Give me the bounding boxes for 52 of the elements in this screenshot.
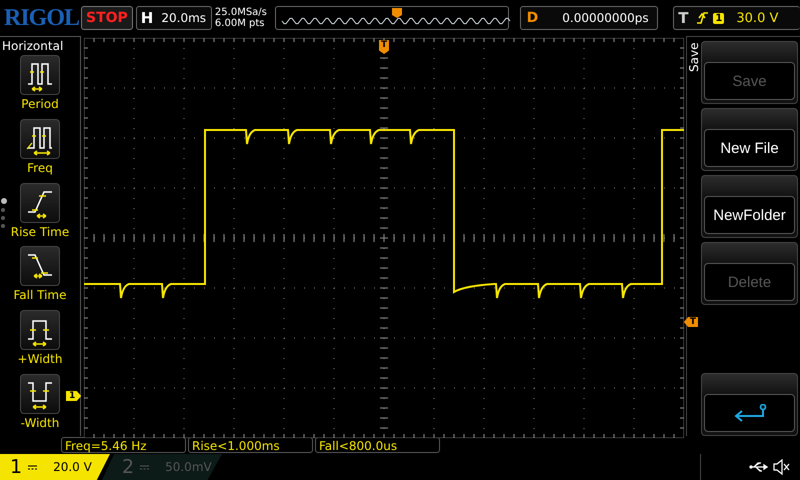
- page-dot[interactable]: [1, 208, 5, 212]
- trigger-position-marker: T: [379, 40, 390, 54]
- channel-number: 2: [122, 456, 134, 478]
- trigger-label: T: [677, 9, 690, 27]
- page-dot[interactable]: [1, 198, 7, 204]
- delay-value: 0.00000000ps: [561, 11, 649, 25]
- trigger-box[interactable]: T 1 30.0 V: [673, 6, 800, 30]
- dc-coupling-icon: [28, 464, 38, 470]
- measure-button[interactable]: [20, 246, 60, 286]
- measure-label[interactable]: +Width: [18, 352, 62, 366]
- measure-button[interactable]: [20, 55, 60, 95]
- menu-title: Save: [687, 43, 701, 74]
- delay-label: D: [526, 10, 540, 26]
- brand-logo: RIGOL: [4, 4, 78, 32]
- measure-button[interactable]: [20, 182, 60, 223]
- timebase-label: H: [140, 9, 154, 27]
- measurement-result: Fall<800.0us: [315, 437, 440, 453]
- softkey-button[interactable]: NewFolder: [704, 196, 795, 234]
- delay-box[interactable]: D 0.00000000ps: [520, 6, 658, 30]
- memory-depth: 6.00M pts: [214, 18, 266, 29]
- speaker-mute-icon: [773, 459, 790, 475]
- back-button[interactable]: [704, 394, 795, 432]
- usb-icon: [749, 461, 769, 473]
- channel-scale: 20.0 V: [53, 460, 92, 474]
- page-dot[interactable]: [1, 216, 5, 220]
- trigger-source: 1: [713, 12, 724, 24]
- channel-number: 1: [10, 456, 22, 478]
- measure-button[interactable]: [20, 118, 60, 159]
- trigger-level: 30.0 V: [735, 10, 778, 26]
- timebase-box[interactable]: H 20.0ms: [136, 6, 212, 30]
- trigger-level-marker: T: [684, 317, 698, 327]
- menu-title: Horizontal: [1, 38, 64, 53]
- channel-tab[interactable]: 1 20.0 V: [0, 454, 110, 480]
- page-dot[interactable]: [1, 224, 5, 228]
- sample-rate: 25.0MSa/s: [214, 7, 268, 18]
- run-stop-button[interactable]: STOP: [81, 6, 133, 30]
- timebase-value: 20.0ms: [160, 11, 206, 25]
- return-arrow-icon: [732, 404, 766, 422]
- softkey-button[interactable]: New File: [704, 129, 795, 167]
- channel-scale: 50.0mV: [165, 460, 212, 474]
- measure-button[interactable]: [20, 374, 60, 414]
- measure-label[interactable]: Fall Time: [13, 288, 66, 302]
- measurement-result: Freq=5.46 Hz: [61, 437, 186, 453]
- rising-edge-icon: [696, 11, 710, 25]
- measurement-result: Rise<1.000ms: [188, 437, 313, 453]
- dc-coupling-icon: [140, 464, 150, 470]
- measure-label[interactable]: Freq: [27, 160, 53, 175]
- channel-marker: 1: [66, 391, 82, 401]
- measure-label[interactable]: Rise Time: [10, 224, 70, 239]
- measure-button[interactable]: [20, 310, 60, 350]
- measure-label[interactable]: Period: [21, 97, 59, 111]
- measure-label[interactable]: -Width: [20, 416, 60, 430]
